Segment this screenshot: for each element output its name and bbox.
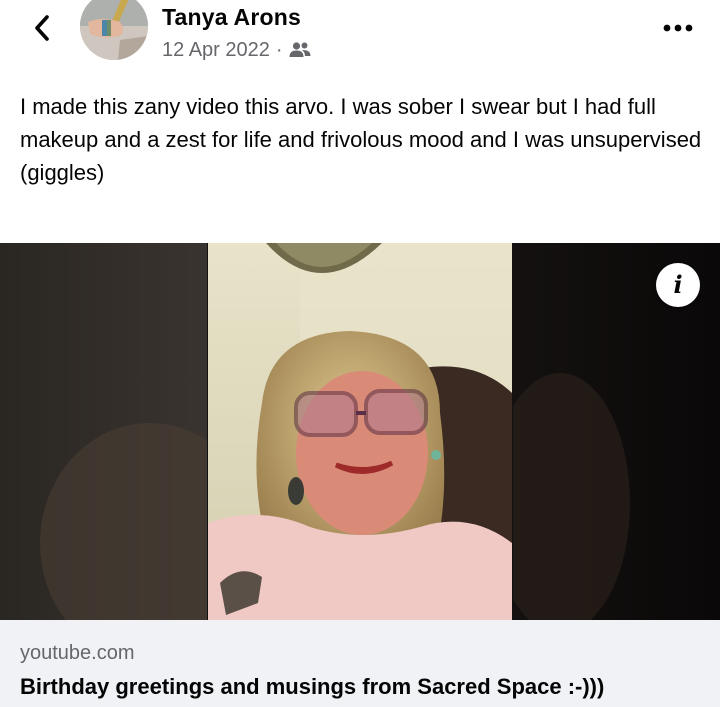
back-button[interactable] [24, 10, 60, 46]
info-button[interactable]: i [656, 263, 700, 307]
post-date[interactable]: 12 Apr 2022 [162, 39, 270, 62]
post-header: Tanya Arons 12 Apr 2022 · [0, 0, 720, 80]
more-options-icon [663, 24, 693, 32]
avatar[interactable] [80, 0, 148, 60]
link-domain: youtube.com [20, 642, 135, 664]
more-options-button[interactable] [658, 14, 698, 42]
link-preview[interactable]: youtube.com Birthday greetings and musin… [0, 620, 720, 707]
post-meta: 12 Apr 2022 · [162, 38, 311, 62]
author-name[interactable]: Tanya Arons [162, 4, 301, 31]
video-thumbnail[interactable] [0, 243, 720, 620]
meta-separator: · [275, 38, 283, 61]
post-text: I made this zany video this arvo. I was … [20, 94, 702, 185]
avatar-image [80, 0, 148, 60]
friends-icon [289, 42, 311, 57]
info-icon: i [673, 270, 683, 299]
video-frame-image [0, 243, 720, 620]
chevron-left-icon [35, 15, 49, 41]
link-title: Birthday greetings and musings from Sacr… [20, 674, 605, 699]
